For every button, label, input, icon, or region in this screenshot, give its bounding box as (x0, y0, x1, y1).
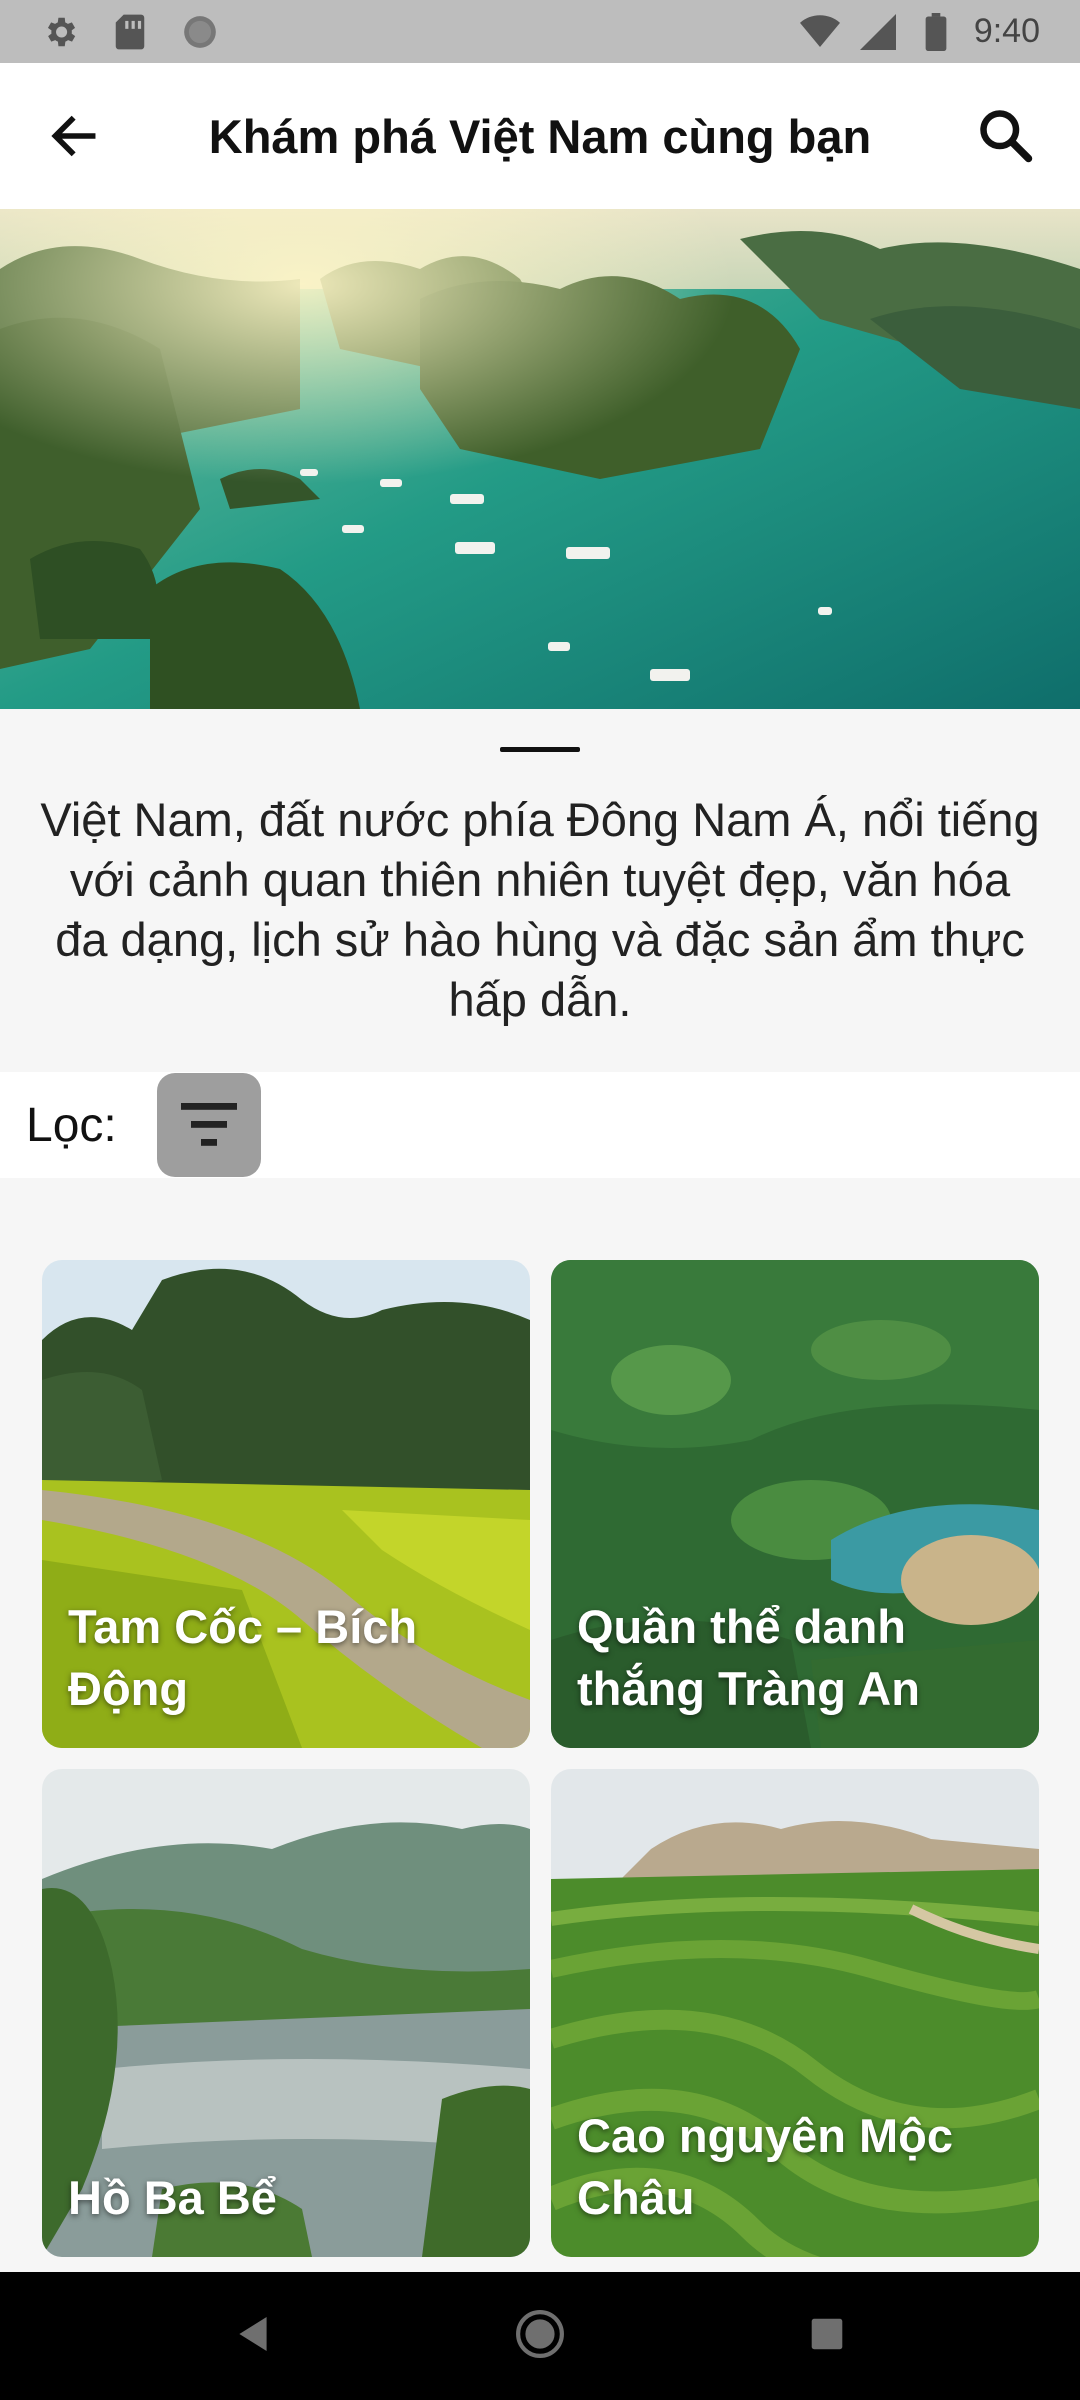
wifi-icon (799, 12, 840, 52)
nav-recents-button[interactable] (810, 2317, 844, 2356)
place-title: Quần thể danh thắng Tràng An (577, 1600, 920, 1715)
nav-home-button[interactable] (515, 2309, 565, 2364)
system-nav-bar (0, 2272, 1080, 2400)
status-right-icons: 9:40 (799, 12, 1040, 52)
back-button[interactable] (30, 92, 118, 180)
intro-text: Việt Nam, đất nước phía Đông Nam Á, nổi … (40, 793, 1040, 1026)
place-title: Cao nguyên Mộc Châu (577, 2109, 954, 2224)
place-card-moc-chau[interactable]: Cao nguyên Mộc Châu (551, 1769, 1039, 2257)
battery-icon (916, 12, 956, 52)
app-bar: Khám phá Việt Nam cùng bạn (0, 63, 1080, 209)
place-title: Hồ Ba Bể (68, 2171, 277, 2224)
home-circle-icon (516, 2309, 564, 2358)
signal-icon (858, 12, 898, 52)
recents-square-icon (811, 2318, 843, 2349)
filter-bar: Lọc: (0, 1072, 1080, 1178)
place-card-tam-coc[interactable]: Tam Cốc – Bích Động (42, 1260, 530, 1748)
status-time: 9:40 (973, 12, 1040, 50)
hero-image (0, 209, 1080, 709)
nav-back-button[interactable] (236, 2315, 270, 2358)
circle-status-icon (180, 12, 220, 52)
filter-label: Lọc: (26, 1098, 117, 1152)
sim-card-icon (110, 12, 150, 52)
place-card-ho-ba-be[interactable]: Hồ Ba Bể (42, 1769, 530, 2257)
settings-icon (40, 12, 80, 52)
filter-icon (180, 1103, 237, 1146)
filter-button[interactable] (156, 1073, 261, 1177)
status-bar: 9:40 (0, 0, 1080, 63)
search-button[interactable] (962, 92, 1050, 180)
search-icon (980, 110, 1033, 163)
status-left-icons (40, 12, 220, 52)
arrow-left-icon (51, 115, 96, 157)
back-triangle-icon (239, 2316, 267, 2351)
place-card-trang-an[interactable]: Quần thể danh thắng Tràng An (551, 1260, 1039, 1748)
page-title: Khám phá Việt Nam cùng bạn (208, 109, 872, 163)
drag-handle[interactable] (500, 747, 580, 752)
place-title: Tam Cốc – Bích Động (68, 1600, 418, 1715)
